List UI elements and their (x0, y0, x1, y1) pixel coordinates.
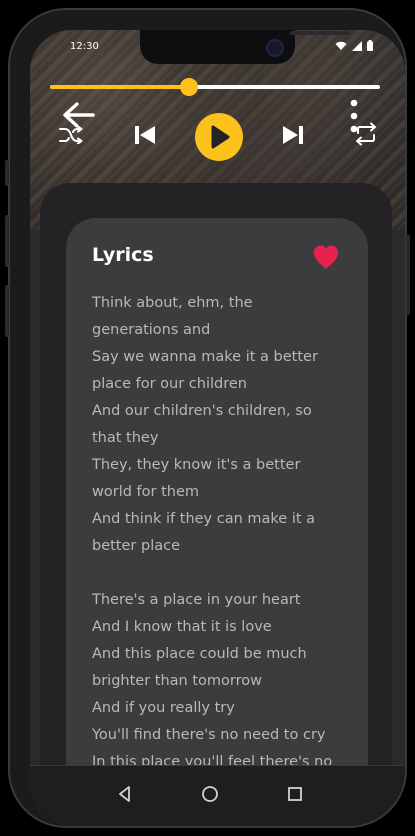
shuffle-icon[interactable] (59, 126, 83, 144)
lyric-line: generations and (92, 322, 211, 338)
lyric-line: And if you really try (92, 700, 235, 716)
lyric-line: There's a place in your heart (92, 592, 301, 608)
lyric-line: And I know that it is love (92, 619, 272, 635)
skip-next-icon[interactable] (281, 123, 305, 147)
phone-frame: 12:30 Lyrics Think about, ehm, the gener… (8, 8, 407, 828)
progress-fill (50, 85, 189, 89)
lyric-line: They, they know it's a better (92, 457, 301, 473)
skip-previous-icon[interactable] (133, 123, 157, 147)
play-icon (211, 125, 230, 149)
lyric-line: And think if they can make it a (92, 511, 316, 527)
lyric-line: Think about, ehm, the (92, 295, 253, 311)
triangle-back-icon[interactable] (113, 782, 137, 806)
lyrics-title: Lyrics (92, 244, 154, 266)
speaker-grille (290, 31, 350, 35)
camera-notch (140, 30, 350, 64)
lyric-line (92, 560, 364, 587)
lyric-line: You'll find there's no need to cry (92, 727, 326, 743)
lyric-line: that they (92, 430, 159, 446)
phone-volume-down (5, 285, 9, 337)
lyric-line: And this place could be much (92, 646, 307, 662)
phone-volume-up (5, 215, 9, 267)
lyric-line: world for them (92, 484, 200, 500)
app-screen: 12:30 Lyrics Think about, ehm, the gener… (30, 30, 405, 826)
battery-icon (367, 40, 373, 51)
square-recents-icon[interactable] (283, 782, 307, 806)
heart-icon[interactable] (312, 244, 340, 270)
front-camera (266, 39, 284, 57)
wifi-icon (335, 41, 347, 50)
lyrics-card[interactable]: Lyrics Think about, ehm, the generations … (66, 218, 368, 826)
status-time: 12:30 (70, 41, 99, 52)
repeat-icon[interactable] (354, 122, 378, 146)
lyric-line: place for our children (92, 376, 247, 392)
system-navigation-bar (30, 765, 405, 826)
playback-progress-bar[interactable] (50, 78, 380, 96)
lyrics-text: Think about, ehm, the generations and Say … (92, 290, 364, 776)
status-icons (335, 40, 373, 51)
signal-icon (352, 40, 362, 51)
circle-home-icon[interactable] (198, 782, 222, 806)
progress-thumb[interactable] (179, 78, 198, 96)
lyric-line: better place (92, 538, 180, 554)
lyric-line: brighter than tomorrow (92, 673, 262, 689)
phone-power-button (406, 235, 410, 315)
lyric-line: And our children's children, so (92, 403, 312, 419)
phone-side-button (5, 160, 9, 186)
lyric-line: Say we wanna make it a better (92, 349, 318, 365)
play-button[interactable] (195, 113, 243, 161)
